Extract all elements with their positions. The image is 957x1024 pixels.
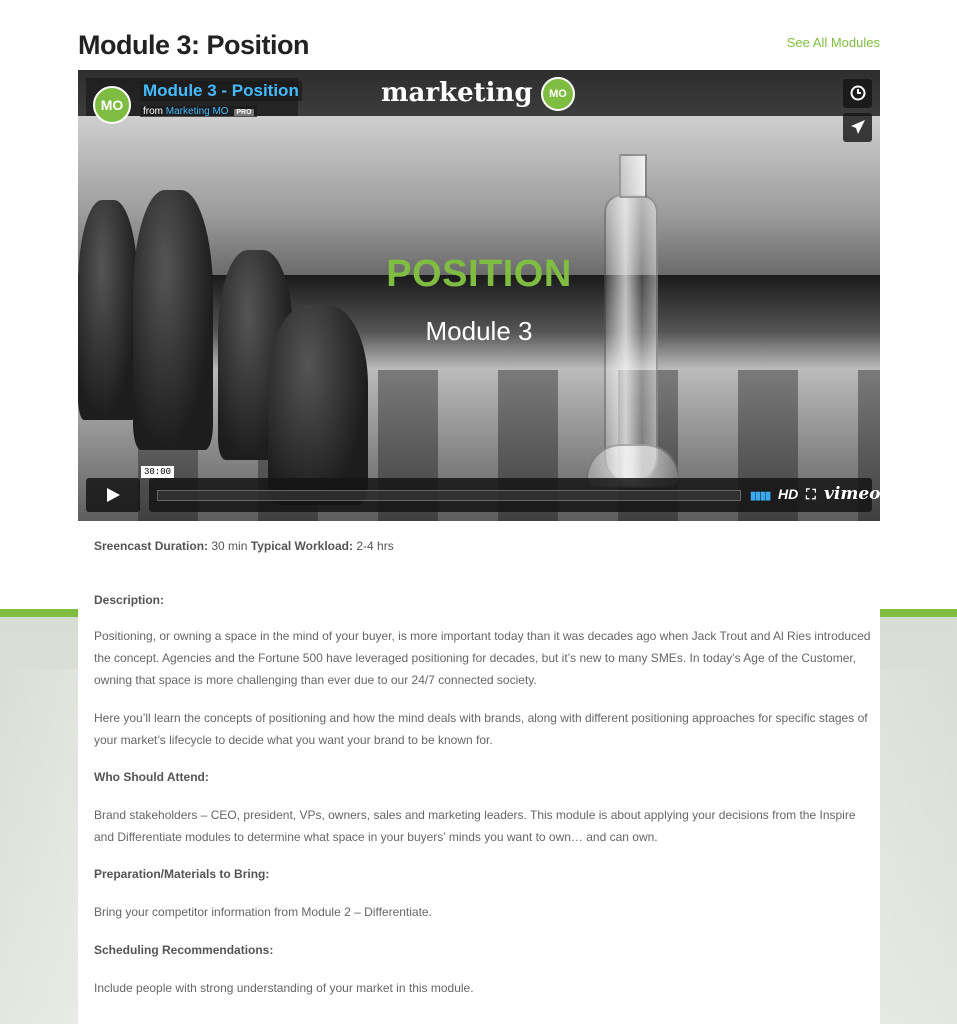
preparation-heading: Preparation/Materials to Bring:	[94, 867, 270, 881]
time-tooltip: 30:00	[141, 466, 175, 478]
description-paragraph-2: Here you’ll learn the concepts of positi…	[94, 711, 868, 747]
video-overlay-subtitle: Module 3	[425, 316, 533, 346]
video-controls: ▮▮▮▮ HD ⛶ vimeo 30:00	[86, 466, 880, 512]
channel-link[interactable]: Marketing MO	[166, 106, 229, 117]
clock-icon	[850, 85, 865, 101]
who-should-attend-paragraph: Brand stakeholders – CEO, president, VPs…	[94, 808, 856, 844]
scheduling-paragraph: Include people with strong understanding…	[94, 981, 474, 995]
brand-logo-text: marketing	[381, 78, 533, 108]
duration-value: 30 min	[211, 539, 248, 553]
video-title[interactable]: Module 3 - Position	[140, 81, 302, 101]
send-icon	[850, 120, 865, 134]
progress-track[interactable]	[157, 490, 741, 501]
chess-piece	[78, 200, 138, 420]
king-cross	[619, 154, 647, 198]
duration-label: Sreencast Duration:	[94, 539, 209, 553]
brand-logo-badge: MO	[541, 77, 575, 111]
share-button[interactable]	[843, 113, 872, 142]
who-should-attend-heading: Who Should Attend:	[94, 770, 209, 784]
play-button[interactable]	[86, 478, 140, 512]
page-title: Module 3: Position	[78, 30, 310, 60]
hd-toggle[interactable]: HD	[778, 486, 798, 502]
byline-from: from	[143, 106, 163, 117]
description-paragraph-1: Positioning, or owning a space in the mi…	[94, 629, 871, 687]
module-meta: Sreencast Duration: 30 min Typical Workl…	[94, 539, 394, 553]
preparation-paragraph: Bring your competitor information from M…	[94, 905, 432, 919]
watch-later-button[interactable]	[843, 79, 872, 108]
fullscreen-icon[interactable]: ⛶	[806, 486, 816, 503]
workload-value: 2-4 hrs	[356, 539, 394, 553]
scheduling-heading: Scheduling Recommendations:	[94, 943, 274, 957]
description-heading: Description:	[94, 593, 165, 607]
workload-label: Typical Workload:	[250, 539, 353, 553]
volume-icon[interactable]: ▮▮▮▮	[750, 489, 771, 502]
vimeo-logo[interactable]: vimeo	[824, 484, 880, 504]
channel-avatar[interactable]: MO	[93, 86, 131, 124]
play-icon	[107, 488, 120, 502]
video-byline: from Marketing MO PRO	[140, 106, 257, 117]
pro-badge: PRO	[234, 109, 254, 116]
see-all-modules-link[interactable]: See All Modules	[787, 35, 880, 50]
video-player[interactable]: MO Module 3 - Position from Marketing MO…	[78, 70, 880, 521]
control-bar: ▮▮▮▮ HD ⛶ vimeo	[149, 478, 880, 512]
video-overlay-title: POSITION	[386, 253, 572, 295]
